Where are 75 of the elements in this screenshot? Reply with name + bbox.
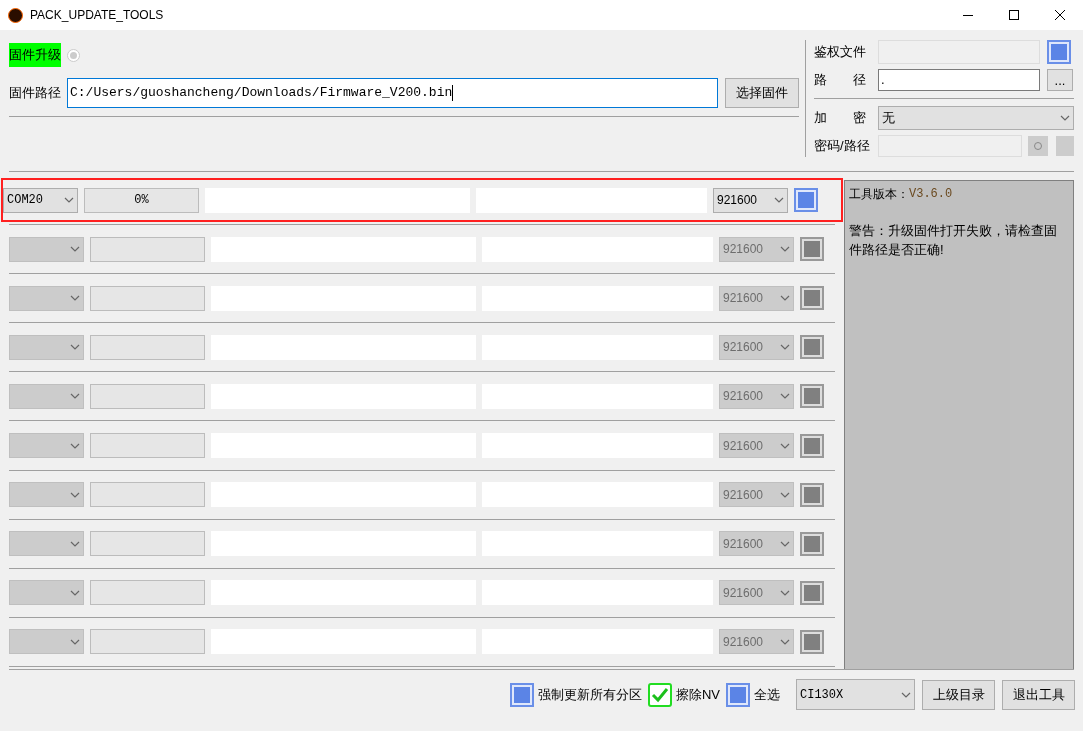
- checkbox[interactable]: [800, 335, 824, 360]
- encrypt-dropdown[interactable]: 无: [878, 106, 1074, 130]
- password-label: 密码/路径: [814, 137, 871, 156]
- radio-icon: [1028, 136, 1048, 156]
- caret-icon: [780, 295, 790, 302]
- option-label: 擦除NV: [675, 685, 720, 704]
- caret-icon: [70, 491, 80, 498]
- progress-text: 0%: [134, 192, 149, 210]
- radio-button[interactable]: [67, 48, 80, 62]
- port-dropdown[interactable]: [9, 383, 84, 409]
- auth-path-field[interactable]: .: [878, 69, 1040, 91]
- port-dropdown[interactable]: COM20: [3, 187, 78, 213]
- caret-icon: [70, 589, 80, 596]
- checkbox[interactable]: [800, 433, 824, 458]
- checkbox[interactable]: [1047, 40, 1071, 64]
- checkbox[interactable]: [800, 286, 824, 311]
- port-dropdown[interactable]: [9, 531, 84, 557]
- caret-icon: [780, 491, 790, 498]
- window-title: PACK_UPDATE_TOOLS: [30, 7, 164, 24]
- checkbox[interactable]: [800, 531, 824, 556]
- checkbox[interactable]: [726, 682, 750, 707]
- port-dropdown[interactable]: [9, 433, 84, 459]
- checkbox[interactable]: [800, 482, 824, 507]
- encrypt-label: 加 密: [814, 109, 867, 128]
- path-label: 固件路径: [9, 84, 61, 103]
- caret-icon: [70, 393, 80, 400]
- port-dropdown[interactable]: [9, 334, 84, 360]
- checkbox[interactable]: [800, 237, 824, 262]
- maximize-icon: [1009, 10, 1019, 20]
- chip-dropdown[interactable]: CI130X: [796, 679, 915, 710]
- caret-icon: [780, 344, 790, 351]
- port-dropdown[interactable]: [9, 629, 84, 655]
- caret-icon: [70, 295, 80, 302]
- port-dropdown[interactable]: [9, 482, 84, 508]
- version-value: V3.6.0: [909, 186, 953, 203]
- checkbox[interactable]: [800, 629, 824, 654]
- caret-icon: [780, 246, 790, 253]
- app-logo-icon: [8, 7, 23, 23]
- checkbox[interactable]: [509, 682, 534, 707]
- path-field[interactable]: C:/Users/guoshancheng/Downloads/Firmware_V200.bin: [67, 78, 718, 108]
- browse-button[interactable]: ...: [1047, 69, 1073, 91]
- caret-icon: [774, 197, 784, 204]
- warning-message: 警告：升级固件打开失败，请检查固件路径是否正确!: [849, 222, 1058, 259]
- caret-icon: [70, 540, 80, 547]
- caret-icon: [1060, 115, 1070, 121]
- caret-icon: [70, 442, 80, 449]
- port-dropdown[interactable]: [9, 285, 84, 311]
- caret-icon: [901, 691, 911, 698]
- option-label: 强制更新所有分区: [537, 685, 642, 704]
- caret-icon: [780, 540, 790, 547]
- mode-label: 固件升级: [9, 43, 61, 67]
- auth-file-label: 鉴权文件: [814, 43, 867, 62]
- checkbox[interactable]: [794, 188, 818, 213]
- caret-icon: [780, 393, 790, 400]
- footer-button[interactable]: 上级目录: [922, 679, 995, 710]
- port-dropdown[interactable]: [9, 236, 84, 262]
- caret-icon: [780, 638, 790, 645]
- caret-icon: [780, 589, 790, 596]
- caret-icon: [64, 197, 74, 204]
- caret-icon: [780, 442, 790, 449]
- caret-icon: [70, 638, 80, 645]
- checkbox[interactable]: [647, 682, 672, 707]
- port-dropdown[interactable]: [9, 580, 84, 606]
- caret-icon: [70, 344, 80, 351]
- minimize-icon: [963, 14, 973, 16]
- baud-dropdown[interactable]: 921600: [713, 187, 788, 213]
- select-firmware-button[interactable]: 选择固件: [725, 78, 799, 108]
- close-icon: [1055, 10, 1065, 20]
- auth-path-label: 路 径: [814, 71, 867, 90]
- version-label: 工具版本：: [849, 186, 909, 203]
- checkbox[interactable]: [800, 384, 824, 409]
- caret-icon: [70, 246, 80, 253]
- checkbox[interactable]: [800, 580, 824, 605]
- footer-button[interactable]: 退出工具: [1002, 679, 1075, 710]
- option-label: 全选: [754, 685, 780, 704]
